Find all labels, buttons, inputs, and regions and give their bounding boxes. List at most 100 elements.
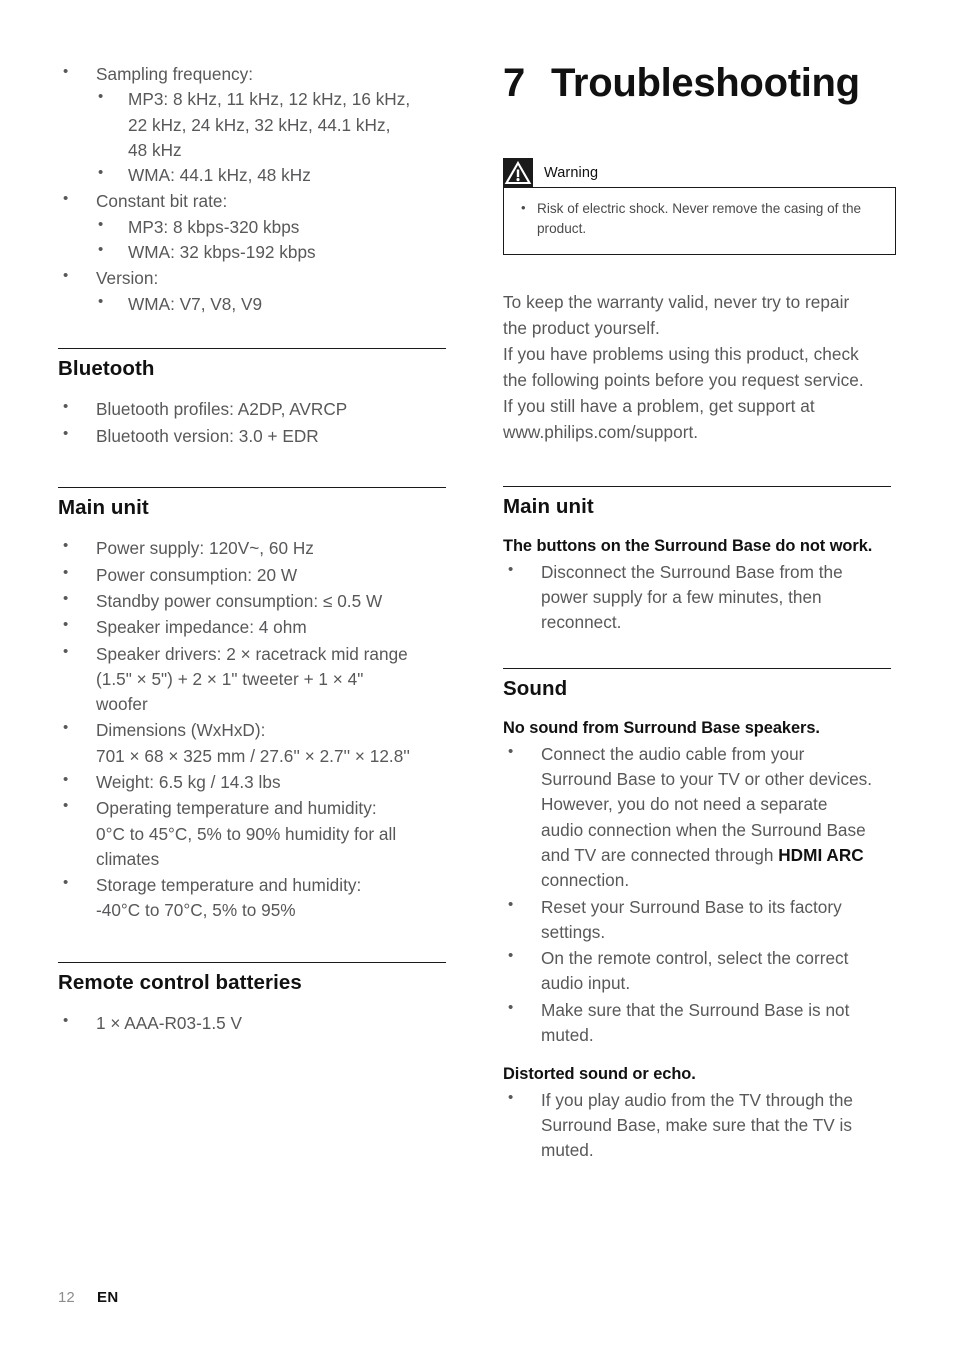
- problem-heading-line: No sound from Surround Base speakers.: [503, 719, 820, 738]
- section-divider: [503, 667, 891, 669]
- spec-sublist: MP3: 8 kHz, 11 kHz, 12 kHz, 16 kHz, 22 k…: [96, 86, 448, 188]
- section-bluetooth: Bluetooth Bluetooth profiles: A2DP, AVRC…: [58, 347, 448, 449]
- spec-subline: WMA: V7, V8, V9: [128, 293, 263, 314]
- spec-line: Dimensions (WxHxD):: [96, 720, 266, 741]
- list-item: On the remote control, select the correc…: [503, 945, 893, 997]
- list-item: Bluetooth version: 3.0 + EDR: [58, 423, 448, 449]
- solution-line: If you play audio from the TV through th…: [541, 1089, 853, 1110]
- intro-paragraph: To keep the warranty valid, never try to…: [503, 289, 893, 446]
- warning-box: Warning Risk of electric shock. Never re…: [503, 158, 896, 255]
- warning-header: Warning: [503, 158, 896, 188]
- solution-line: muted.: [541, 1024, 594, 1045]
- spec-subline: WMA: 32 kbps-192 kbps: [128, 241, 316, 262]
- list-item: Power supply: 120V~, 60 Hz: [58, 535, 448, 561]
- spec-subitem: WMA: 32 kbps-192 kbps: [96, 239, 448, 265]
- list-item: Storage temperature and humidity: -40°C …: [58, 872, 448, 924]
- list-item: Reset your Surround Base to its factory …: [503, 894, 893, 946]
- solution-line-with-emphasis: and TV are connected through HDMI ARC: [541, 843, 893, 868]
- intro-line: the product yourself.: [503, 317, 660, 338]
- battery-list: 1 × AAA-R03-1.5 V: [58, 1010, 448, 1036]
- spec-subitem: MP3: 8 kbps-320 kbps: [96, 214, 448, 240]
- spec-label: Version:: [96, 268, 159, 289]
- solution-line: settings.: [541, 921, 606, 942]
- page-title: 7 Troubleshooting: [503, 62, 893, 104]
- solution-line: muted.: [541, 1140, 594, 1161]
- audio-specs-list: Sampling frequency: MP3: 8 kHz, 11 kHz, …: [58, 61, 448, 317]
- spec-item: Sampling frequency: MP3: 8 kHz, 11 kHz, …: [58, 61, 448, 188]
- solution-list: If you play audio from the TV through th…: [503, 1087, 893, 1164]
- spec-line: Weight: 6.5 kg / 14.3 lbs: [96, 772, 281, 792]
- section-divider: [58, 486, 446, 488]
- main-unit-spec-list: Power supply: 120V~, 60 Hz Power consump…: [58, 535, 448, 924]
- solution-line: audio connection when the Surround Base: [541, 819, 866, 840]
- section-title: Remote control batteries: [58, 970, 302, 994]
- spec-line: Speaker drivers: 2 × racetrack mid range: [96, 643, 408, 664]
- list-item: Weight: 6.5 kg / 14.3 lbs: [58, 769, 448, 795]
- solution-line: Make sure that the Surround Base is not: [541, 999, 850, 1020]
- manual-page: Sampling frequency: MP3: 8 kHz, 11 kHz, …: [0, 0, 954, 1350]
- solution-line: However, you do not need a separate: [541, 794, 828, 815]
- problem-heading-line: Distorted sound or echo.: [503, 1065, 696, 1084]
- warning-label: Warning: [544, 165, 599, 181]
- list-item: Bluetooth profiles: A2DP, AVRCP: [58, 396, 448, 422]
- spec-line: climates: [96, 848, 160, 869]
- intro-line: To keep the warranty valid, never try to…: [503, 291, 850, 312]
- section-main-unit-troubleshooting: Main unit The buttons on the Surround Ba…: [503, 485, 893, 636]
- section-divider: [58, 347, 446, 349]
- spec-line: Power supply: 120V~, 60 Hz: [96, 538, 314, 559]
- spec-subline: WMA: 44.1 kHz, 48 kHz: [128, 165, 311, 186]
- list-item: 1 × AAA-R03-1.5 V: [58, 1010, 448, 1036]
- intro-line: If you have problems using this product,…: [503, 344, 859, 365]
- solution-line: Reset your Surround Base to its factory: [541, 896, 842, 917]
- warning-body: Risk of electric shock. Never remove the…: [503, 187, 896, 255]
- list-item: Power consumption: 20 W: [58, 562, 448, 588]
- problem-heading: The buttons on the Surround Base do not …: [503, 535, 893, 558]
- spec-subitem: WMA: 44.1 kHz, 48 kHz: [96, 162, 448, 188]
- solution-line: connection.: [541, 870, 630, 891]
- section-title: Main unit: [503, 494, 594, 518]
- spec-label: Constant bit rate:: [96, 191, 228, 212]
- left-column: Sampling frequency: MP3: 8 kHz, 11 kHz, …: [58, 61, 448, 1045]
- intro-line: the following points before you request …: [503, 370, 864, 391]
- section-main-unit-specs: Main unit Power supply: 120V~, 60 Hz Pow…: [58, 486, 448, 924]
- solution-line: power supply for a few minutes, then: [541, 587, 822, 608]
- page-number: 12: [58, 1289, 75, 1306]
- problem-heading-line: The buttons on the Surround Base do not: [503, 537, 826, 556]
- warning-list: Risk of electric shock. Never remove the…: [518, 198, 881, 240]
- section-divider: [58, 961, 446, 963]
- section-remote-batteries: Remote control batteries 1 × AAA-R03-1.5…: [58, 961, 448, 1037]
- problem-heading: No sound from Surround Base speakers.: [503, 717, 893, 740]
- solution-line: audio input.: [541, 973, 631, 994]
- list-item: Dimensions (WxHxD): 701 × 68 × 325 mm / …: [58, 717, 448, 769]
- solution-line-prefix: and TV are connected through: [541, 844, 779, 865]
- section-title: Main unit: [58, 495, 149, 519]
- section-title: Sound: [503, 676, 568, 700]
- spec-line: Standby power consumption: ≤ 0.5 W: [96, 591, 383, 612]
- chapter-number: 7: [503, 61, 525, 105]
- spec-line: Power consumption: 20 W: [96, 564, 298, 585]
- spec-subline: 22 kHz, 24 kHz, 32 kHz, 44.1 kHz,: [128, 114, 391, 135]
- solution-list: Disconnect the Surround Base from the po…: [503, 559, 893, 636]
- list-item: Disconnect the Surround Base from the po…: [503, 559, 893, 636]
- solution-line: On the remote control, select the correc…: [541, 948, 849, 969]
- solution-line: reconnect.: [541, 612, 622, 633]
- spec-line: Storage temperature and humidity:: [96, 875, 362, 896]
- solution-list: Connect the audio cable from your Surrou…: [503, 741, 893, 1048]
- list-item: Speaker impedance: 4 ohm: [58, 614, 448, 640]
- section-title: Bluetooth: [58, 356, 155, 380]
- spec-sublist: WMA: V7, V8, V9: [96, 291, 448, 317]
- spec-line: Operating temperature and humidity:: [96, 798, 377, 819]
- spec-subline: 48 kHz: [128, 139, 182, 160]
- intro-line: www.philips.com/support.: [503, 422, 699, 443]
- section-divider: [503, 485, 891, 487]
- right-column: 7 Troubleshooting Warning Risk of electr…: [503, 62, 896, 1172]
- list-item: Connect the audio cable from your Surrou…: [503, 741, 893, 894]
- list-item: Operating temperature and humidity: 0°C …: [58, 795, 448, 872]
- section-sound-troubleshooting: Sound No sound from Surround Base speake…: [503, 667, 893, 1164]
- warning-triangle-icon: [503, 158, 533, 188]
- bluetooth-list: Bluetooth profiles: A2DP, AVRCP Bluetoot…: [58, 396, 448, 449]
